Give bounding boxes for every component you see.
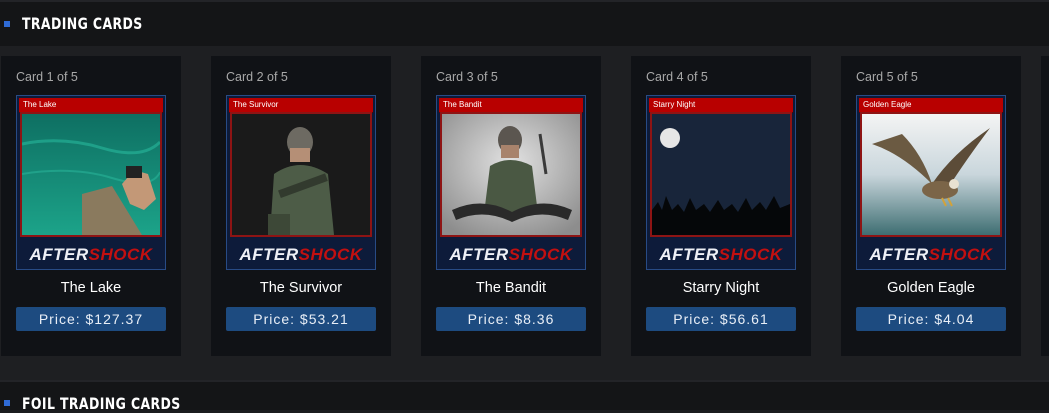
card-count: Card 2 of 5 bbox=[226, 70, 288, 84]
card-label: Starry Night bbox=[653, 100, 696, 109]
trading-card: Card 3 of 5 The Bandit AFTERSHOCK The Ba… bbox=[421, 56, 601, 356]
card-name: Starry Night bbox=[682, 280, 760, 296]
brand-logo: AFTERSHOCK bbox=[869, 245, 993, 264]
trading-cards-header: TRADING CARDS bbox=[0, 0, 1049, 46]
brand-logo: AFTERSHOCK bbox=[239, 245, 363, 264]
card-label: The Bandit bbox=[443, 100, 482, 109]
next-card-peek bbox=[1041, 56, 1049, 356]
card-art bbox=[440, 112, 582, 237]
section-title: TRADING CARDS bbox=[22, 14, 143, 33]
card-label: Golden Eagle bbox=[863, 100, 912, 109]
card-art bbox=[860, 112, 1002, 237]
card-name: The Lake bbox=[60, 280, 122, 296]
card-name: Golden Eagle bbox=[887, 280, 975, 296]
card-label: The Lake bbox=[23, 100, 57, 109]
card-label: The Survivor bbox=[233, 100, 279, 109]
card-label-bar: Golden Eagle bbox=[859, 98, 1003, 113]
trading-card: Card 5 of 5 Golden Eagle AFTERSHOCK Gold… bbox=[841, 56, 1021, 356]
card-count: Card 1 of 5 bbox=[16, 70, 78, 84]
card-art bbox=[230, 112, 372, 237]
brand-logo: AFTERSHOCK bbox=[659, 245, 783, 264]
card-image[interactable]: Golden Eagle AFTERSHOCK bbox=[856, 95, 1006, 270]
card-label-bar: The Lake bbox=[19, 98, 163, 113]
card-image[interactable]: Starry Night AFTERSHOCK bbox=[646, 95, 796, 270]
card-name: The Bandit bbox=[475, 280, 547, 296]
price-button[interactable]: Price: $127.37 bbox=[16, 307, 166, 331]
brand-logo: AFTERSHOCK bbox=[29, 245, 153, 264]
card-image[interactable]: The Lake AFTERSHOCK bbox=[16, 95, 166, 270]
trading-card: Card 4 of 5 Starry Night AFTERSHOCK Star… bbox=[631, 56, 811, 356]
card-art bbox=[650, 112, 792, 237]
card-art bbox=[20, 112, 162, 237]
card-name: The Survivor bbox=[259, 280, 343, 296]
card-label-bar: The Survivor bbox=[229, 98, 373, 113]
price-button[interactable]: Price: $53.21 bbox=[226, 307, 376, 331]
card-label-bar: The Bandit bbox=[439, 98, 583, 113]
card-count: Card 5 of 5 bbox=[856, 70, 918, 84]
foil-trading-cards-header: FOIL TRADING CARDS bbox=[0, 380, 1049, 413]
section-square-icon bbox=[4, 400, 10, 406]
card-count: Card 4 of 5 bbox=[646, 70, 708, 84]
card-image[interactable]: The Bandit AFTERSHOCK bbox=[436, 95, 586, 270]
trading-card: Card 2 of 5 The Survivor AFTERSHOCK The … bbox=[211, 56, 391, 356]
section-square-icon bbox=[4, 21, 10, 27]
brand-logo: AFTERSHOCK bbox=[449, 245, 573, 264]
price-button[interactable]: Price: $8.36 bbox=[436, 307, 586, 331]
card-image[interactable]: The Survivor AFTERSHOCK bbox=[226, 95, 376, 270]
trading-card: Card 1 of 5 The Lake AFTERSHOCK The Lake… bbox=[1, 56, 181, 356]
card-label-bar: Starry Night bbox=[649, 98, 793, 113]
card-count: Card 3 of 5 bbox=[436, 70, 498, 84]
price-button[interactable]: Price: $56.61 bbox=[646, 307, 796, 331]
section-title: FOIL TRADING CARDS bbox=[22, 394, 181, 413]
price-button[interactable]: Price: $4.04 bbox=[856, 307, 1006, 331]
cards-strip: Card 1 of 5 The Lake AFTERSHOCK The Lake… bbox=[0, 46, 1049, 380]
